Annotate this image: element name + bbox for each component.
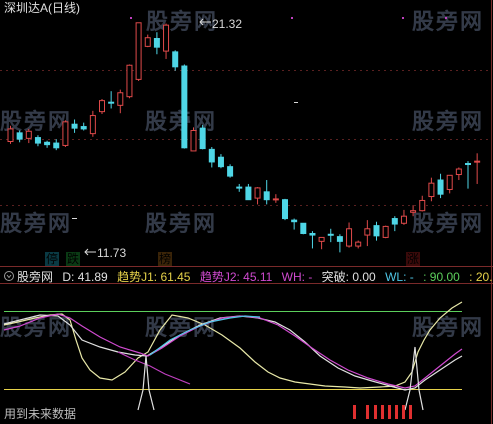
indicator-lines — [3, 301, 463, 411]
candle-body — [217, 156, 224, 168]
candle-body — [410, 210, 417, 213]
high-price-label: 21.32 — [212, 17, 243, 31]
signal-tag-die: 跌 — [66, 252, 81, 266]
candle-body — [117, 92, 124, 106]
tupo-readout: 突破: 0.00 — [321, 270, 376, 284]
candle-body — [446, 174, 453, 190]
d-readout: D: 41.89 — [62, 270, 108, 284]
candle-body — [428, 182, 435, 198]
low-price-label: 11.73 — [97, 246, 127, 260]
j1-readout: 趋势J1: 61.45 — [117, 270, 191, 284]
candle-body — [44, 141, 51, 146]
top-markers — [130, 17, 447, 19]
candle-body — [382, 225, 389, 238]
candle-body — [400, 215, 407, 224]
wl-readout: WL: - — [385, 270, 414, 284]
candle-body — [419, 199, 426, 212]
candle-body — [282, 199, 288, 220]
candle-body — [263, 191, 270, 201]
kline-chart — [0, 0, 493, 424]
candle-body — [355, 241, 362, 247]
candle-body — [199, 127, 206, 150]
candle-body — [300, 222, 307, 234]
candle-body — [272, 198, 279, 201]
j1-line — [3, 314, 463, 391]
candle-body — [34, 137, 41, 144]
candle-body — [80, 126, 87, 130]
candle-body — [163, 24, 170, 52]
candle-body — [318, 236, 325, 242]
candle-body — [254, 187, 261, 199]
high-arrow — [199, 18, 211, 26]
candlestick-series — [7, 22, 481, 253]
candle-body — [71, 123, 78, 129]
candle-body — [336, 236, 343, 242]
candle-body — [208, 148, 215, 163]
tupo-bars — [353, 405, 412, 419]
candle-body — [364, 228, 371, 236]
candle-body — [391, 218, 398, 225]
candle-body — [172, 51, 179, 68]
wh-readout: WH: - — [281, 270, 313, 284]
candle-body — [99, 100, 105, 113]
candle-body — [108, 101, 115, 104]
signal-tag-ting: 停 — [45, 252, 60, 266]
j2-readout: 趋势J2: 45.11 — [199, 270, 273, 284]
candle-body — [7, 128, 14, 143]
candle-body — [474, 160, 481, 163]
d-line — [3, 301, 463, 389]
candle-body — [89, 115, 96, 135]
signal-tag-bang: 榜 — [158, 252, 173, 266]
footnote: 用到未来数据 — [4, 407, 77, 421]
indicator-name[interactable]: 股旁网 — [17, 270, 53, 284]
j2-line — [3, 313, 463, 389]
candle-body — [16, 132, 23, 140]
candle-body — [153, 38, 160, 48]
candle-body — [465, 163, 471, 166]
candle-body — [455, 168, 462, 176]
candle-body — [291, 219, 298, 223]
candle-body — [62, 121, 69, 146]
chart-title: 深圳达A(日线) — [4, 1, 80, 15]
candle-body — [236, 186, 243, 189]
candle-body — [309, 232, 316, 236]
candle-body — [190, 129, 197, 152]
candle-body — [346, 228, 353, 247]
v20-readout: : 20.00 — [469, 270, 493, 284]
candle-body — [373, 225, 380, 237]
stock-chart-window: 股旁网 股旁网 股旁网 股旁网 股旁网 股旁网 股旁网 股旁网 股旁网 股旁网 … — [0, 0, 493, 424]
candle-body — [327, 233, 334, 236]
signal-tag-zhang: 涨 — [406, 252, 421, 266]
candle-body — [53, 142, 60, 149]
candle-body — [227, 166, 234, 177]
low-arrow — [84, 248, 96, 256]
candle-body — [245, 186, 252, 201]
candle-body — [181, 65, 188, 149]
candle-body — [437, 179, 444, 195]
indicator-header: 股旁网 D: 41.89 趋势J1: 61.45 趋势J2: 45.11 WH:… — [17, 270, 493, 284]
candle-body — [25, 130, 32, 139]
indicator-settings-icon[interactable] — [4, 271, 14, 281]
candle-body — [126, 64, 133, 98]
v90-readout: : 90.00 — [423, 270, 460, 284]
candle-body — [135, 22, 142, 80]
candle-body — [144, 37, 151, 47]
